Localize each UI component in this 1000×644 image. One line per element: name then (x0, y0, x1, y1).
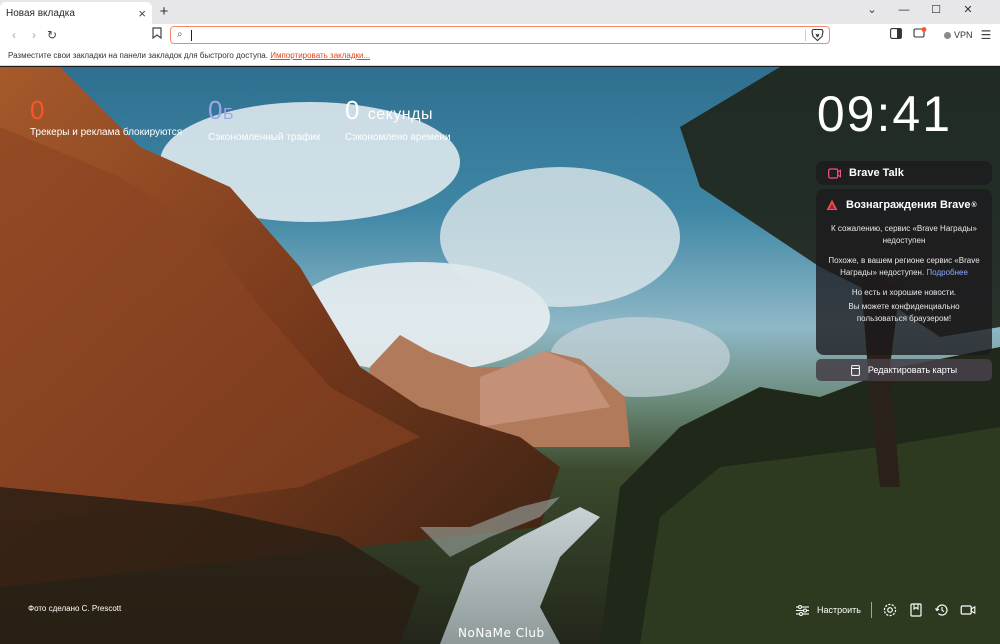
sidebar-icon[interactable] (888, 27, 904, 43)
edit-cards-label: Редактировать карты (867, 365, 958, 375)
stat-bandwidth-unit: Б (222, 106, 234, 123)
customize-button[interactable]: Настроить (796, 604, 861, 616)
reload-icon[interactable]: ↻ (44, 27, 60, 43)
chevron-down-icon[interactable]: ⌄ (856, 0, 888, 20)
gear-icon[interactable] (882, 602, 898, 618)
vpn-button[interactable]: VPN (940, 28, 977, 42)
edit-cards-icon (850, 364, 860, 376)
stat-time-unit: секунды (367, 106, 433, 123)
close-window-button[interactable]: ✕ (952, 0, 984, 20)
tab-close-icon[interactable]: × (138, 7, 146, 20)
new-tab-button[interactable]: + (156, 4, 172, 20)
bottom-divider (871, 602, 872, 618)
stat-bandwidth-label: Сэкономленный трафик (208, 132, 321, 143)
tab-title: Новая вкладка (6, 7, 75, 19)
rewards-title: Вознаграждения Brave (846, 199, 971, 211)
rewards-message-3: Но есть и хорошие новости. (851, 288, 957, 297)
text-caret (191, 30, 192, 41)
video-call-icon[interactable] (960, 602, 976, 618)
menu-icon[interactable]: ☰ (978, 27, 994, 43)
background-photo (0, 67, 1000, 644)
maximize-button[interactable]: ☐ (920, 0, 952, 20)
brave-talk-title: Brave Talk (849, 167, 904, 179)
vpn-label: VPN (954, 30, 973, 40)
address-input[interactable] (193, 28, 793, 42)
rewards-message-1: К сожалению, сервис «Brave Награды» недо… (831, 224, 977, 245)
vpn-status-icon (944, 31, 951, 39)
history-icon[interactable] (934, 602, 950, 618)
stat-trackers-label: Трекеры и реклама блокируются (30, 127, 183, 138)
clock: 09:41 (816, 86, 952, 142)
bookmarks-bar: Разместите свои закладки на панели закла… (0, 46, 1000, 66)
stat-trackers: 0 Трекеры и реклама блокируются (30, 95, 182, 138)
photo-credit[interactable]: Фото сделано C. Prescott (28, 604, 121, 613)
customize-label: Настроить (817, 605, 861, 615)
brave-talk-card[interactable]: Brave Talk (816, 161, 992, 185)
edit-cards-button[interactable]: Редактировать карты (816, 359, 992, 381)
video-camera-icon (828, 167, 841, 179)
tab-strip: Новая вкладка × + ⌄ — ☐ ✕ (0, 0, 1000, 24)
search-icon: ⌕ (177, 29, 183, 40)
stat-time: 0 секунды Сэкономлено времени (345, 95, 451, 143)
new-tab-page: 0 Трекеры и реклама блокируются 0Б Сэкон… (0, 67, 1000, 644)
address-divider (805, 30, 806, 41)
bookmark-icon[interactable] (149, 27, 165, 43)
watermark: NoNaMe Club (458, 626, 545, 640)
forward-icon[interactable]: › (26, 27, 42, 43)
minimize-button[interactable]: — (888, 0, 920, 20)
learn-more-link[interactable]: Подробнее (926, 268, 968, 277)
address-bar[interactable]: ⌕ (170, 26, 830, 44)
back-icon[interactable]: ‹ (6, 27, 22, 43)
sliders-icon (796, 604, 810, 616)
rewards-triangle-icon (826, 199, 838, 210)
browser-window: Новая вкладка × + ⌄ — ☐ ✕ ‹ › ↻ ⌕ VPN ☰ … (0, 0, 1000, 644)
stat-bandwidth-value: 0 (208, 95, 223, 125)
rewards-message-4: Вы можете конфиденциально пользоваться б… (848, 302, 960, 323)
stat-time-value: 0 (345, 95, 360, 125)
import-bookmarks-link[interactable]: Импортировать закладки... (270, 51, 370, 60)
brave-shields-icon[interactable] (811, 28, 824, 42)
bottom-controls: Настроить (796, 602, 976, 618)
stat-trackers-value: 0 (30, 95, 45, 125)
wallet-icon[interactable] (912, 27, 928, 43)
brave-rewards-card: Вознаграждения Brave ® К сожалению, серви… (816, 189, 992, 355)
rewards-trademark: ® (971, 201, 977, 209)
stat-bandwidth: 0Б Сэкономленный трафик (208, 95, 320, 143)
bookmarks-icon[interactable] (908, 602, 924, 618)
toolbar: ‹ › ↻ ⌕ VPN ☰ (0, 24, 1000, 46)
bookmarks-bar-message: Разместите свои закладки на панели закла… (8, 51, 268, 60)
stat-time-label: Сэкономлено времени (345, 132, 451, 143)
tab-new-tab[interactable]: Новая вкладка × (0, 2, 152, 24)
